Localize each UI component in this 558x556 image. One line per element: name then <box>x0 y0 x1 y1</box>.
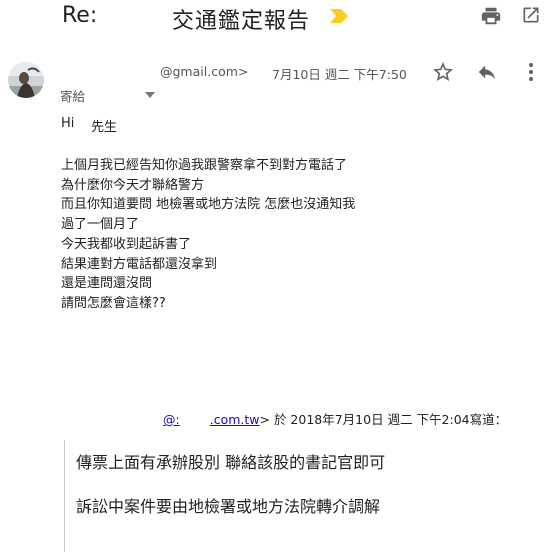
print-icon[interactable] <box>480 5 502 27</box>
sender-email: @gmail.com> <box>160 64 249 79</box>
greeting-hi: Hi <box>61 116 75 131</box>
quote-attribution: @: .com.tw> 於 2018年7月10日 週二 下午2:04寫道： <box>163 409 507 428</box>
quote-sender-link[interactable]: @: <box>163 412 180 427</box>
subject-row: Re: 交通鑑定報告 <box>0 0 558 34</box>
star-icon[interactable] <box>431 60 455 84</box>
sender-avatar[interactable] <box>8 62 44 98</box>
more-options-icon[interactable] <box>524 61 538 83</box>
quoted-line: 訴訟中案件要由地檢署或地方法院轉介調解 <box>76 497 381 516</box>
chevron-down-icon[interactable] <box>145 91 155 99</box>
body-line: 上個月我已經告知你過我跟警察拿不到對方電話了 <box>61 158 348 173</box>
recipient-label: 寄給 <box>60 89 86 104</box>
greeting-name: 先生 <box>91 120 118 135</box>
message-date: 7月10日 週二 下午7:50 <box>272 67 407 82</box>
email-view: Re: 交通鑑定報告 @gmail.com> 7月10日 週二 下午7:50 寄… <box>0 0 558 556</box>
quoted-line: 傳票上面有承辦股別 聯絡該股的書記官即可 <box>76 453 386 472</box>
open-in-new-window-icon[interactable] <box>521 5 541 25</box>
body-line: 結果連對方電話都還沒拿到 <box>61 256 218 272</box>
subject-prefix: Re: <box>62 3 98 28</box>
reply-icon[interactable] <box>475 61 499 83</box>
body-line: 為什麼你今天才聯絡警方 <box>61 177 205 193</box>
body-line: 過了一個月了 <box>61 217 140 233</box>
body-line: 今天我都收到起訴書了 <box>61 236 192 252</box>
quote-attribution-text: > 於 2018年7月10日 週二 下午2:04寫道： <box>259 412 508 427</box>
quote-sender-domain-link[interactable]: .com.tw <box>210 412 260 427</box>
quote-divider <box>64 440 65 552</box>
subject-title: 交通鑑定報告 <box>172 9 311 34</box>
body-line: 而且你知道要問 地檢署或地方法院 怎麼也沒通知我 <box>61 197 356 213</box>
importance-marker-icon[interactable] <box>330 9 348 23</box>
body-line: 請問怎麼會這樣?? <box>61 295 166 311</box>
message-body: 上個月我已經告知你過我跟警察拿不到對方電話了 為什麼你今天才聯絡警方 而且你知道… <box>61 156 355 314</box>
body-line: 還是連問還沒問 <box>61 276 153 292</box>
